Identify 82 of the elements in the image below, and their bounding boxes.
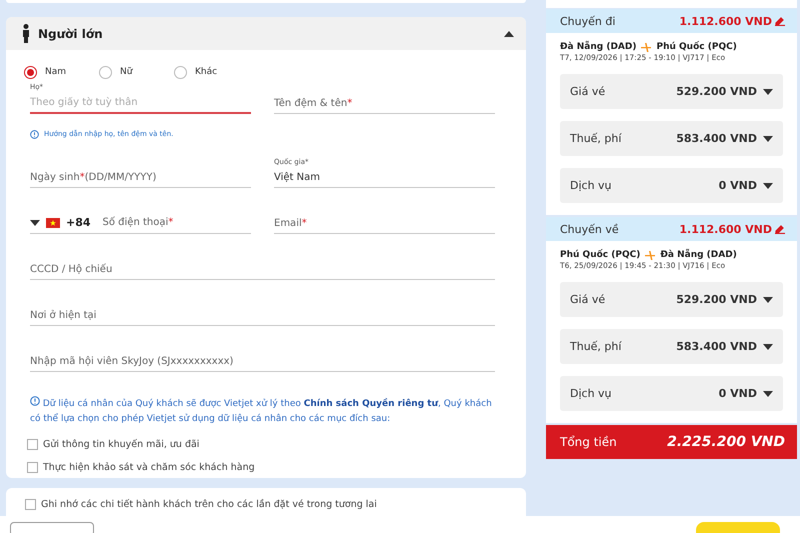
input-field[interactable]: Nhập mã hội viên SkyJoy (SJxxxxxxxxxx)	[30, 326, 495, 372]
field-label: Tên đệm & tên	[274, 98, 348, 109]
section-header[interactable]: Người lớn	[6, 17, 526, 50]
total-label: Tổng tiền	[560, 435, 617, 449]
dropdown-caret-icon	[763, 182, 773, 188]
input-field[interactable]: +84 Số điện thoại*	[30, 188, 251, 234]
price-row[interactable]: Thuế, phí 583.400 VND	[560, 121, 783, 156]
radio-button[interactable]	[174, 66, 187, 78]
price-amount: 0 VND	[718, 179, 757, 192]
dropdown-caret-icon	[763, 390, 773, 396]
field-label: Nơi ở hiện tại	[30, 310, 96, 321]
field-label: Ngày sinh	[30, 172, 80, 183]
input-field[interactable]: Ngày sinh*(DD/MM/YYYY)	[30, 142, 251, 188]
info-icon	[30, 396, 40, 406]
price-amount: 529.200 VND	[676, 85, 757, 98]
required-mark: *	[347, 98, 352, 109]
field-label: Nhập mã hội viên SkyJoy (SJxxxxxxxxxx)	[30, 356, 234, 367]
checkbox[interactable]	[27, 462, 38, 473]
dropdown-caret-icon	[763, 296, 773, 302]
privacy-notice: Dữ liệu cá nhân của Quý khách sẽ được Vietjet xử lý theo Chính sách Quyền riêng tư, Quý khách có thể lựa chọn cho phép Vietjet sử dụng dữ liệu cá nhân cho các mục đích sau:	[30, 396, 500, 427]
input-field[interactable]: Tên đệm & tên*	[274, 80, 495, 114]
plane-icon	[641, 42, 652, 52]
field-label: Email	[274, 218, 302, 229]
checkbox[interactable]	[27, 439, 38, 450]
dropdown-caret-icon	[763, 88, 773, 94]
input-field[interactable]: CCCD / Hộ chiếu	[30, 234, 495, 280]
dropdown-caret-icon	[763, 344, 773, 350]
input-field[interactable]: Nơi ở hiện tại	[30, 280, 495, 326]
checkbox-label: Thực hiện khảo sát và chăm sóc khách hàng	[43, 462, 255, 473]
radio-button[interactable]	[99, 66, 112, 78]
field-label: Số điện thoại	[102, 217, 168, 228]
field-label: CCCD / Hộ chiếu	[30, 264, 112, 275]
edit-icon[interactable]	[775, 224, 785, 234]
edit-icon[interactable]	[775, 16, 785, 26]
price-label: Giá vé	[570, 293, 606, 306]
radio-label: Nam	[45, 67, 66, 77]
price-amount: 583.400 VND	[676, 132, 757, 145]
price-label: Thuế, phí	[570, 132, 622, 145]
required-mark: *	[302, 218, 307, 229]
price-amount: 529.200 VND	[676, 293, 757, 306]
format-hint: (DD/MM/YYYY)	[84, 172, 156, 183]
price-row[interactable]: Thuế, phí 583.400 VND	[560, 329, 783, 364]
country-code[interactable]: +84	[66, 216, 91, 229]
route-origin: Đà Nẵng (DAD)	[560, 42, 636, 52]
back-button[interactable]	[10, 522, 94, 533]
price-row[interactable]: Giá vé 529.200 VND	[560, 74, 783, 109]
route-destination: Đà Nẵng (DAD)	[660, 250, 737, 260]
leg-total: 1.112.600 VND	[679, 14, 772, 28]
leg-title: Chuyến về	[560, 222, 619, 236]
price-amount: 0 VND	[718, 387, 757, 400]
checkbox[interactable]	[25, 499, 36, 510]
collapse-caret-icon	[504, 30, 514, 36]
leg-total: 1.112.600 VND	[679, 222, 772, 236]
plane-icon	[645, 250, 656, 260]
radio-label: Khác	[195, 67, 218, 77]
price-row[interactable]: Giá vé 529.200 VND	[560, 282, 783, 317]
input-field[interactable]: Email*	[274, 188, 495, 234]
price-label: Dịch vụ	[570, 179, 613, 192]
radio-button[interactable]	[24, 66, 37, 78]
radio-label: Nữ	[120, 67, 132, 77]
dropdown-caret-icon	[30, 220, 40, 226]
field-value: Việt Nam	[274, 172, 322, 183]
route-origin: Phú Quốc (PQC)	[560, 250, 640, 260]
price-row[interactable]: Dịch vụ 0 VND	[560, 168, 783, 203]
price-row[interactable]: Dịch vụ 0 VND	[560, 376, 783, 411]
required-mark: *	[80, 172, 85, 183]
checkbox-label: Ghi nhớ các chi tiết hành khách trên cho các lần đặt vé trong tương lai	[41, 499, 377, 510]
dropdown-caret-icon	[763, 136, 773, 142]
price-label: Thuế, phí	[570, 340, 622, 353]
required-mark: *	[168, 217, 174, 228]
price-label: Giá vé	[570, 85, 606, 98]
route-destination: Phú Quốc (PQC)	[656, 42, 737, 52]
privacy-policy-link[interactable]: Chính sách Quyền riêng tư	[304, 399, 438, 409]
info-icon	[30, 130, 39, 138]
price-label: Dịch vụ	[570, 387, 613, 400]
continue-button[interactable]	[696, 522, 780, 533]
leg-title: Chuyến đi	[560, 14, 616, 28]
total-amount: 2.225.200 VND	[667, 434, 785, 450]
checkbox-label: Gửi thông tin khuyến mãi, ưu đãi	[43, 439, 200, 450]
flag-icon	[46, 218, 60, 228]
person-icon	[22, 24, 30, 43]
price-amount: 583.400 VND	[676, 340, 757, 353]
